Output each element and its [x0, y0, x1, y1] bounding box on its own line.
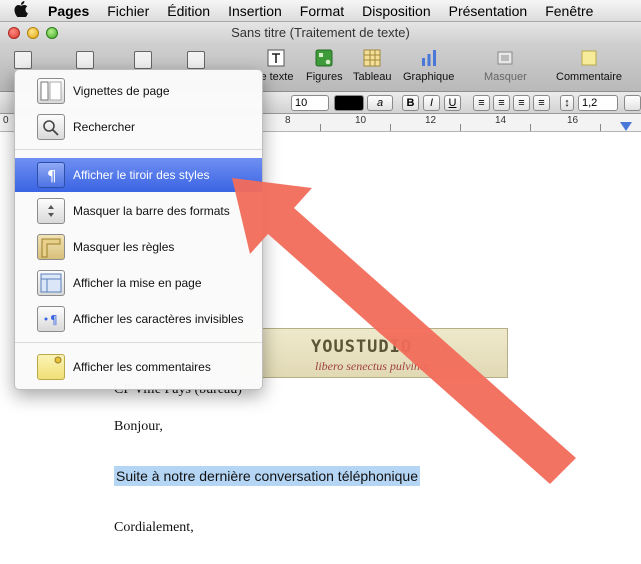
menu-disposition[interactable]: Disposition	[353, 3, 439, 19]
chart-icon	[421, 50, 436, 66]
toolbar-chart-label: Graphique	[403, 71, 455, 83]
line-spacing-select[interactable]: 1,2	[578, 95, 618, 111]
ruler-icon	[37, 234, 65, 260]
sections-icon[interactable]	[134, 51, 152, 69]
justify-button[interactable]: ≡	[533, 95, 550, 111]
menu-item-search[interactable]: Rechercher	[15, 110, 262, 144]
ruler-number: 8	[285, 115, 291, 126]
page-thumbnails-icon	[37, 78, 65, 104]
logo-subtitle: libero senectus pulvinar	[315, 359, 431, 373]
menu-item-label: Vignettes de page	[73, 84, 170, 98]
menu-item-label: Afficher les caractères invisibles	[73, 312, 244, 326]
toolbar-shapes-label: Figures	[306, 71, 343, 83]
shapes-icon	[315, 49, 333, 67]
menu-item-label: Afficher la mise en page	[73, 276, 202, 290]
company-logo: YOUSTUDIO libero senectus pulvinar	[238, 328, 508, 378]
toolbar-comment-button[interactable]: Commentaire	[556, 48, 622, 83]
menu-item-show-styles-drawer[interactable]: ¶ Afficher le tiroir des styles	[15, 158, 262, 192]
menu-item-show-layout[interactable]: Afficher la mise en page	[15, 266, 262, 300]
layout-icon	[37, 270, 65, 296]
format-bar-icon	[37, 198, 65, 224]
ruler-number: 10	[355, 115, 367, 126]
toolbar-chart-button[interactable]: Graphique	[403, 48, 454, 83]
font-size-select[interactable]: 10	[291, 95, 329, 111]
menu-format[interactable]: Format	[291, 3, 353, 19]
menu-item-label: Masquer les règles	[73, 240, 175, 254]
zoom-window-button[interactable]	[46, 27, 58, 39]
italic-button[interactable]: I	[423, 95, 440, 111]
menu-item-show-invisibles[interactable]: ¶ Afficher les caractères invisibles	[15, 302, 262, 336]
underline-button[interactable]: U	[444, 95, 461, 111]
text-box-alt-icon[interactable]	[187, 51, 205, 69]
close-window-button[interactable]	[8, 27, 20, 39]
menu-item-hide-rulers[interactable]: Masquer les règles	[15, 230, 262, 264]
comment-icon	[37, 354, 65, 380]
toolbar-shapes-button[interactable]: Figures	[306, 48, 343, 83]
menu-fichier[interactable]: Fichier	[98, 3, 158, 19]
toolbar-text-label: le texte	[258, 71, 294, 83]
menu-item-hide-format-bar[interactable]: Masquer la barre des formats	[15, 194, 262, 228]
menu-bar: Pages Fichier Édition Insertion Format D…	[0, 0, 641, 22]
highlight-color-well[interactable]: a	[367, 95, 393, 111]
menu-item-page-thumbnails[interactable]: Vignettes de page	[15, 74, 262, 108]
minimize-window-button[interactable]	[27, 27, 39, 39]
menu-item-label: Rechercher	[73, 120, 136, 134]
ruler-number: 14	[495, 115, 507, 126]
right-indent-marker-icon[interactable]	[620, 122, 632, 132]
bold-button[interactable]: B	[402, 95, 419, 111]
columns-button[interactable]	[624, 95, 641, 111]
invisibles-icon: ¶	[37, 306, 65, 332]
align-left-button[interactable]: ≡	[473, 95, 490, 111]
pilcrow-icon: ¶	[37, 162, 65, 188]
apple-menu-icon[interactable]	[0, 0, 42, 21]
comment-icon	[581, 50, 597, 66]
logo-title: YOUSTUDIO	[311, 337, 413, 357]
menu-edition[interactable]: Édition	[158, 3, 219, 19]
menu-item-label: Afficher les commentaires	[73, 360, 211, 374]
align-right-button[interactable]: ≡	[513, 95, 530, 111]
greeting-text: Bonjour,	[114, 419, 163, 434]
selected-text[interactable]: Suite à notre dernière conversation télé…	[114, 466, 420, 486]
text-selection[interactable]: Suite à notre dernière conversation télé…	[114, 466, 420, 486]
toolbar-mask-button[interactable]: Masquer	[484, 48, 527, 83]
svg-text:¶: ¶	[47, 167, 57, 185]
mask-icon	[497, 51, 513, 65]
search-icon	[37, 114, 65, 140]
text-box-icon	[267, 49, 285, 67]
line-spacing-icon[interactable]: ↕	[560, 95, 574, 111]
toolbar-text-button[interactable]: le texte	[258, 48, 293, 83]
resize-icon[interactable]	[76, 51, 94, 69]
align-center-button[interactable]: ≡	[493, 95, 510, 111]
view-menu-icon[interactable]	[14, 51, 32, 69]
toolbar-table-button[interactable]: Tableau	[353, 48, 392, 83]
window-title-bar: Sans titre (Traitement de texte)	[0, 22, 641, 44]
svg-text:¶: ¶	[50, 313, 58, 327]
ruler-number: 12	[425, 115, 437, 126]
menu-item-label: Masquer la barre des formats	[73, 204, 230, 218]
table-icon	[363, 49, 381, 67]
toolbar-mask-label: Masquer	[484, 71, 527, 83]
toolbar-comment-label: Commentaire	[556, 71, 623, 83]
ruler-number: 16	[567, 115, 579, 126]
menu-item-label: Afficher le tiroir des styles	[73, 168, 210, 182]
menu-fenetre[interactable]: Fenêtre	[536, 3, 602, 19]
menu-presentation[interactable]: Présentation	[440, 3, 537, 19]
text-color-well[interactable]	[334, 95, 364, 111]
ruler-number: 0	[3, 115, 9, 126]
menu-item-show-comments[interactable]: Afficher les commentaires	[15, 350, 262, 384]
menu-pages[interactable]: Pages	[42, 3, 98, 19]
menu-insertion[interactable]: Insertion	[219, 3, 291, 19]
window-title: Sans titre (Traitement de texte)	[231, 25, 410, 40]
toolbar-table-label: Tableau	[353, 71, 392, 83]
view-dropdown-menu: Vignettes de page Rechercher ¶ Afficher …	[14, 69, 263, 390]
closing-text: Cordialement,	[114, 520, 194, 535]
